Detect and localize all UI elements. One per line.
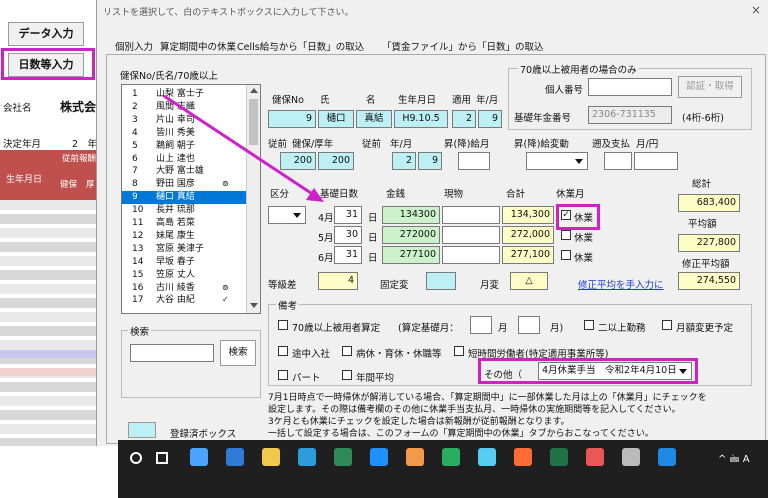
app2-icon[interactable] <box>514 448 532 466</box>
excel-icon[interactable] <box>622 448 640 466</box>
edge-icon[interactable] <box>226 448 244 466</box>
folder-icon[interactable] <box>406 448 424 466</box>
task-view-icon[interactable] <box>156 452 168 464</box>
app-icon[interactable] <box>442 448 460 466</box>
explorer-icon[interactable] <box>298 448 316 466</box>
excel-tool-icon[interactable] <box>334 448 352 466</box>
taskbar: ^ 🖮 A <box>118 440 768 498</box>
firefox-icon[interactable] <box>586 448 604 466</box>
ie-icon[interactable] <box>370 448 388 466</box>
store-icon[interactable] <box>262 448 280 466</box>
search-icon[interactable] <box>130 452 142 464</box>
annotation-arrow <box>163 94 324 202</box>
greenshot-icon[interactable] <box>478 448 496 466</box>
teamviewer-icon[interactable] <box>550 448 568 466</box>
mail-icon[interactable] <box>190 448 208 466</box>
media-icon[interactable] <box>658 448 676 466</box>
system-tray[interactable]: ^ 🖮 A <box>718 452 750 469</box>
